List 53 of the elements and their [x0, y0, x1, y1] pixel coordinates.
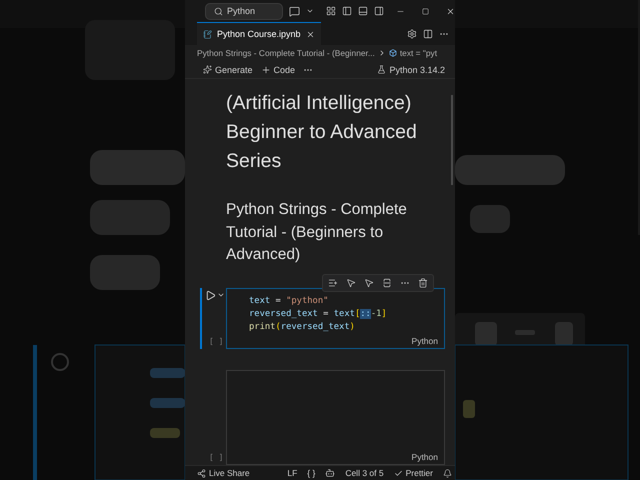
tab-label: Python Course.ipynb: [217, 29, 301, 39]
split-cell-icon[interactable]: [382, 278, 392, 288]
generate-button[interactable]: Generate: [203, 64, 253, 74]
code-cell[interactable]: text = "python" reversed_text = text[::-1] print(reversed_text) Python: [226, 288, 445, 349]
check-icon: [394, 468, 403, 478]
search-field[interactable]: Python: [205, 2, 284, 20]
cell-language[interactable]: Python: [412, 452, 438, 462]
maximize-icon[interactable]: [422, 8, 430, 14]
search-icon: [214, 6, 223, 16]
execute-below-icon[interactable]: [364, 278, 374, 288]
code-cell[interactable]: Python: [226, 370, 445, 465]
language-status[interactable]: { }: [307, 468, 316, 478]
secondary-sidebar-icon[interactable]: [374, 6, 384, 16]
sidebar-toggle-icon[interactable]: [342, 6, 352, 16]
cell-position[interactable]: Cell 3 of 5: [345, 468, 384, 478]
bell-icon[interactable]: [443, 468, 452, 478]
cube-icon: [388, 49, 397, 57]
close-icon[interactable]: [306, 30, 315, 38]
close-icon[interactable]: [446, 6, 455, 16]
flask-icon: [377, 65, 386, 74]
notebook-icon: [203, 30, 212, 38]
panel-toggle-icon[interactable]: [358, 6, 368, 16]
cell-language[interactable]: Python: [412, 336, 438, 346]
execution-count: [ ]: [208, 336, 224, 346]
live-share-button[interactable]: Live Share: [197, 468, 250, 478]
plus-icon: [260, 64, 271, 74]
share-icon: [197, 468, 206, 478]
execute-cursor-icon[interactable]: [346, 278, 356, 288]
search-text: Python: [227, 6, 256, 16]
chevron-down-icon[interactable]: [306, 7, 314, 15]
delete-icon[interactable]: [418, 278, 428, 288]
kernel-picker[interactable]: Python 3.14.2: [377, 64, 445, 74]
settings-icon[interactable]: [407, 28, 417, 38]
breadcrumb-item[interactable]: Python Strings - Complete Tutorial - (Beginner...: [197, 48, 375, 58]
editor-tab[interactable]: Python Course.ipynb: [197, 22, 321, 45]
markdown-heading: (Artificial Intelligence) Beginner to Advanced Series: [225, 91, 418, 174]
run-above-icon[interactable]: [328, 278, 338, 288]
layout-icon[interactable]: [326, 6, 336, 16]
add-code-button[interactable]: Code: [260, 64, 296, 74]
code-line: text = "python": [249, 294, 330, 308]
chat-icon[interactable]: [289, 6, 300, 16]
split-editor-icon[interactable]: [423, 28, 433, 38]
execution-count: [ ]: [208, 453, 224, 462]
chevron-down-icon[interactable]: [217, 291, 225, 299]
sparkle-icon: [203, 65, 212, 74]
prettier-button[interactable]: Prettier: [394, 468, 433, 478]
line-ending[interactable]: LF: [287, 468, 298, 478]
breadcrumb-item[interactable]: text = "pyt: [400, 48, 438, 58]
markdown-subheading: Python Strings - Complete Tutorial - (Beginners to Advanced): [225, 200, 408, 265]
run-cell-icon[interactable]: [205, 290, 216, 300]
code-line: print(reversed_text): [249, 320, 356, 334]
robot-icon[interactable]: [325, 468, 336, 478]
code-line: reversed_text = text[::-1]: [249, 308, 388, 320]
